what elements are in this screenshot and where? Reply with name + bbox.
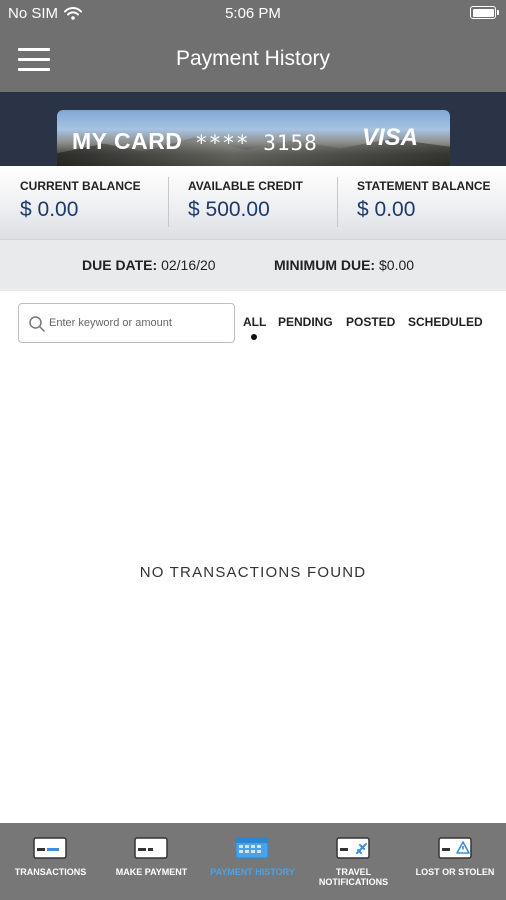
- card-brand-logo: VISA: [361, 124, 418, 151]
- tab-label: TRAVEL NOTIFICATIONS: [318, 867, 389, 887]
- battery-icon: [470, 6, 499, 19]
- tab-payment-history[interactable]: PAYMENT HISTORY: [202, 823, 303, 900]
- available-credit-value: $ 500.00: [188, 198, 270, 221]
- current-balance-value: $ 0.00: [20, 198, 79, 221]
- card-payment-icon: [134, 837, 168, 859]
- tab-label: LOST OR STOLEN: [415, 867, 495, 877]
- current-balance-label: CURRENT BALANCE: [20, 179, 141, 193]
- tab-make-payment[interactable]: MAKE PAYMENT: [101, 823, 202, 900]
- filter-tab-all[interactable]: ALL: [243, 315, 266, 329]
- statement-balance: STATEMENT BALANCE $ 0.00: [338, 166, 506, 240]
- tab-label: TRANSACTIONS: [14, 867, 87, 877]
- due-date-value: 02/16/20: [161, 257, 216, 273]
- page-title: Payment History: [175, 47, 331, 70]
- filter-tab-pending[interactable]: PENDING: [278, 315, 333, 329]
- nav-bar: Payment History: [0, 26, 506, 92]
- tab-lost-or-stolen[interactable]: LOST OR STOLEN: [404, 823, 506, 900]
- bottom-tab-bar: TRANSACTIONS MAKE PAYMENT PAYMENT HISTOR…: [0, 823, 506, 900]
- tab-label: MAKE PAYMENT: [115, 867, 188, 877]
- search-input[interactable]: [49, 312, 229, 334]
- empty-state-message: NO TRANSACTIONS FOUND: [139, 564, 367, 581]
- card-plane-icon: [336, 837, 370, 859]
- card-number: **** 3158: [195, 131, 318, 155]
- due-date: DUE DATE: 02/16/20: [82, 257, 216, 273]
- minimum-due-label: MINIMUM DUE:: [274, 257, 376, 273]
- tab-transactions[interactable]: TRANSACTIONS: [0, 823, 101, 900]
- card-icon: [33, 837, 67, 859]
- calendar-icon: [235, 837, 269, 859]
- statement-balance-value: $ 0.00: [357, 198, 416, 221]
- statement-balance-label: STATEMENT BALANCE: [357, 179, 491, 193]
- current-balance: CURRENT BALANCE $ 0.00: [0, 166, 168, 240]
- status-bar: No SIM 5:06 PM: [0, 0, 506, 26]
- active-filter-indicator: [251, 334, 257, 340]
- filter-tab-scheduled[interactable]: SCHEDULED: [408, 315, 483, 329]
- due-info-strip: DUE DATE: 02/16/20 MINIMUM DUE: $0.00: [0, 240, 506, 291]
- due-date-label: DUE DATE:: [82, 257, 158, 273]
- minimum-due: MINIMUM DUE: $0.00: [274, 257, 414, 273]
- search-icon: [29, 316, 45, 332]
- balance-panel: CURRENT BALANCE $ 0.00 AVAILABLE CREDIT …: [0, 166, 506, 240]
- available-credit: AVAILABLE CREDIT $ 500.00: [169, 166, 337, 240]
- card-warning-icon: [438, 837, 472, 859]
- available-credit-label: AVAILABLE CREDIT: [188, 179, 303, 193]
- search-box[interactable]: [18, 303, 235, 343]
- card-image[interactable]: MY CARD **** 3158 VISA: [57, 110, 450, 166]
- tab-label: PAYMENT HISTORY: [210, 867, 295, 877]
- tab-travel-notifications[interactable]: TRAVEL NOTIFICATIONS: [303, 823, 404, 900]
- clock: 5:06 PM: [225, 5, 281, 22]
- minimum-due-value: $0.00: [379, 257, 415, 273]
- card-name: MY CARD: [72, 128, 183, 154]
- filter-tab-posted[interactable]: POSTED: [346, 315, 395, 329]
